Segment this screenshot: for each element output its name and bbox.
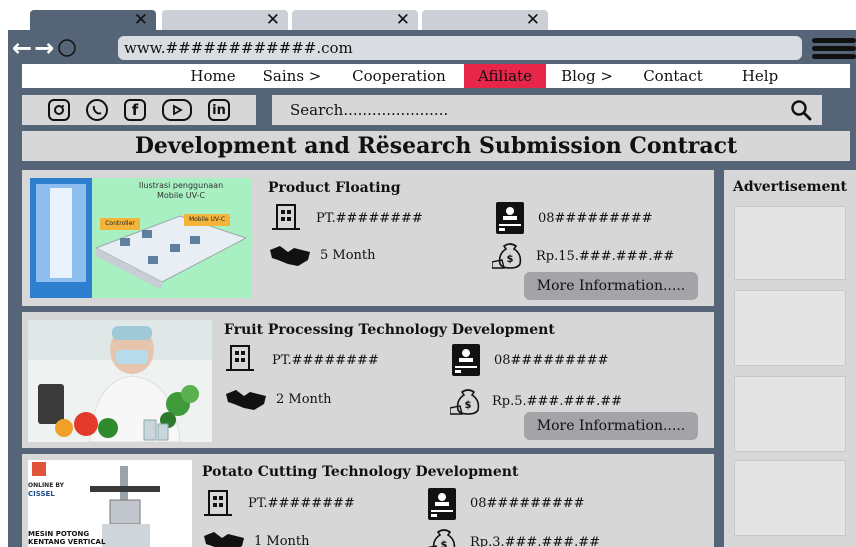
contract-card: ONLINE BY CISSEL MESIN POTONG KENTANG VE… [22,454,714,547]
ad-slot[interactable] [734,206,846,280]
contact-card-icon [496,202,524,234]
contract-duration: 2 Month [276,392,332,407]
company-name: PT.######## [316,211,423,226]
image-label: Mobile UV-C [188,216,226,223]
card-title: Potato Cutting Technology Development [202,464,519,480]
contact-card-icon [452,344,480,376]
address-bar[interactable]: www.############.com [118,36,802,60]
building-icon [226,345,254,371]
card-title: Fruit Processing Technology Development [224,322,555,338]
search-input[interactable]: Search...................... [272,95,822,125]
more-information-button[interactable]: More Information..... [524,272,698,300]
image-brand: CISSEL [28,490,55,498]
whatsapp-icon[interactable] [86,99,108,121]
image-brand: ONLINE BY [28,482,64,489]
close-tab-icon[interactable]: ✕ [526,10,540,30]
fruit-lab-image [28,320,212,442]
svg-text:$: $ [507,254,514,265]
reload-icon[interactable] [56,37,78,59]
search-placeholder: Search...................... [290,101,449,119]
image-caption: KENTANG VERTICAL [28,538,106,546]
site-nav: Home Sains > Cooperation Afiliate Blog >… [22,64,850,88]
nav-home[interactable]: Home [180,64,246,88]
building-icon [272,204,300,230]
company-name: PT.######## [248,496,355,511]
nav-help[interactable]: Help [730,64,790,88]
image-caption: MESIN POTONG [28,530,90,538]
social-links: f in [22,95,256,125]
money-bag-icon: $ [450,389,480,415]
nav-afiliate[interactable]: Afiliate [464,64,546,88]
advertisement-panel: Advertisement [724,170,856,547]
ad-slot[interactable] [734,460,846,536]
card-title: Product Floating [268,180,401,196]
close-tab-icon[interactable]: ✕ [266,10,280,30]
phone-number: 08######### [538,211,653,226]
back-arrow-icon[interactable]: ← [12,35,32,61]
nav-contact[interactable]: Contact [632,64,714,88]
contract-duration: 1 Month [254,534,310,547]
ad-slot[interactable] [734,290,846,366]
close-tab-icon[interactable]: ✕ [396,10,410,30]
ad-slot[interactable] [734,376,846,452]
instagram-icon[interactable] [48,99,70,121]
svg-text:$: $ [441,540,448,547]
phone-number: 08######### [494,353,609,368]
svg-text:$: $ [465,400,472,411]
linkedin-icon[interactable]: in [208,99,230,121]
nav-cooperation[interactable]: Cooperation [344,64,454,88]
money-bag-icon: $ [492,243,522,269]
money-bag-icon: $ [427,529,456,547]
nav-blog[interactable]: Blog > [556,64,618,88]
page-title: Development and Rësearch Submission Cont… [22,131,850,161]
uvc-illustration-image: Ilustrasi penggunaan Mobile UV-C Control… [30,178,252,298]
contract-price: Rp.5.###.###.## [492,394,623,409]
phone-number: 08######### [470,496,585,511]
browser-tab-4[interactable]: ✕ [422,10,548,30]
contract-card: Fruit Processing Technology Development … [22,312,714,448]
handshake-icon [270,246,310,266]
image-label: Controller [105,220,135,227]
nav-sains[interactable]: Sains > [254,64,330,88]
building-icon [204,490,232,516]
more-information-button[interactable]: More Information..... [524,412,698,440]
handshake-icon [204,532,244,547]
image-caption: Ilustrasi penggunaan [138,181,224,190]
potato-cutter-image: ONLINE BY CISSEL MESIN POTONG KENTANG VE… [28,460,192,547]
youtube-icon[interactable] [162,99,192,121]
browser-tab-1[interactable]: ✕ [30,10,156,30]
handshake-icon [226,390,266,410]
contract-price: Rp.3.###.###.## [470,535,601,547]
facebook-icon[interactable]: f [124,99,146,121]
contract-price: Rp.15.###.###.## [536,249,675,264]
hamburger-menu-icon[interactable] [812,38,856,60]
search-icon[interactable] [790,99,812,121]
browser-tab-3[interactable]: ✕ [292,10,418,30]
company-name: PT.######## [272,353,379,368]
contract-duration: 5 Month [320,248,376,263]
close-tab-icon[interactable]: ✕ [134,10,148,30]
contact-card-icon [428,488,456,520]
forward-arrow-icon[interactable]: → [34,35,54,61]
advertisement-title: Advertisement [732,179,847,195]
browser-tab-2[interactable]: ✕ [162,10,288,30]
contract-card: Ilustrasi penggunaan Mobile UV-C Control… [22,170,714,306]
image-caption: Mobile UV-C [156,191,206,200]
browser-nav: ← → [12,35,112,61]
